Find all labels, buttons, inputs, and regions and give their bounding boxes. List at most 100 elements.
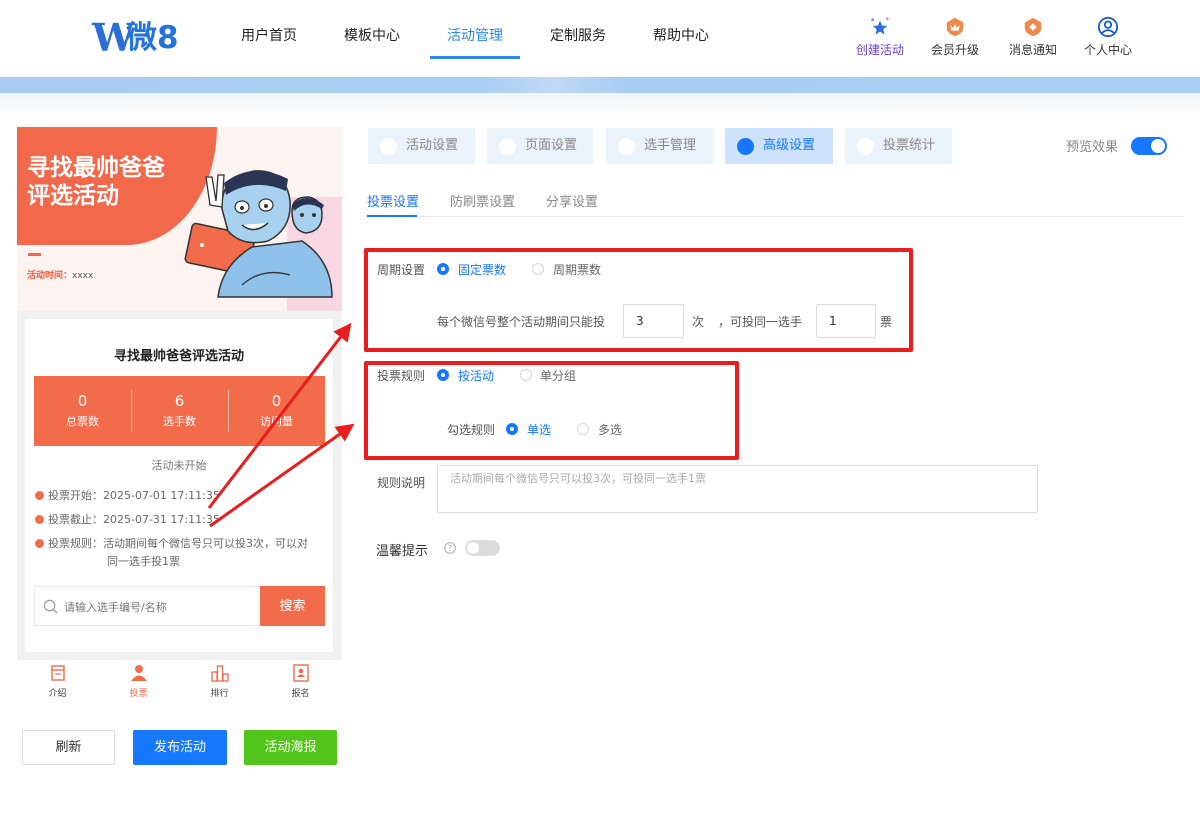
tab-vote[interactable]: 投票 (98, 664, 179, 699)
stat-visits: 0 访问量 (228, 376, 325, 446)
banner-title-line2: 评选活动 (27, 183, 119, 209)
nav-help[interactable]: 帮助中心 (653, 26, 709, 46)
refresh-button[interactable]: 刷新 (22, 730, 115, 765)
highlight-rule-box (364, 361, 739, 460)
tab-label: 高级设置 (763, 138, 816, 153)
nav-templates[interactable]: 模板中心 (344, 26, 400, 46)
page-root: W 微8 用户首页 模板中心 活动管理 定制服务 帮助中心 创建活动 会员升级 (0, 0, 1200, 817)
logo-text: 微8 (126, 20, 179, 56)
nav-activity-management[interactable]: 活动管理 (447, 26, 503, 46)
tab-player-management[interactable]: 选手管理 (606, 128, 713, 164)
rule-description-label: 规则说明 (377, 476, 426, 490)
bullet-dot (35, 515, 44, 524)
bullet-dot (35, 539, 44, 548)
bar-ranking-icon (210, 665, 229, 682)
tab-intro[interactable]: 介绍 (17, 664, 98, 699)
activity-card-title: 寻找最帅爸爸评选活动 (113, 349, 244, 364)
stat-value: 0 (77, 392, 88, 410)
activity-time: 活动时间：xxxx (27, 268, 93, 281)
tab-signup[interactable]: 报名 (260, 664, 341, 699)
search-button[interactable]: 搜索 (260, 586, 325, 626)
svg-text:?: ? (448, 544, 452, 553)
stat-players: 6 选手数 (131, 376, 228, 446)
user-icon (618, 138, 635, 155)
nav-custom-service[interactable]: 定制服务 (550, 26, 606, 46)
vote-rule-info: 投票规则：活动期间每个微信号只可以投3次，可以对 (35, 535, 308, 553)
toggle-knob (1151, 139, 1165, 153)
tab-ranking[interactable]: 排行 (179, 664, 260, 699)
father-child-illustration (184, 170, 333, 298)
tab-label: 活动设置 (406, 138, 459, 153)
profile-label: 个人中心 (1083, 43, 1132, 57)
band-shadow (0, 93, 1200, 115)
stat-value: 0 (271, 392, 282, 410)
decorative-banner-strip (0, 77, 1200, 93)
stats-panel: 0 总票数 6 选手数 0 访问量 (34, 376, 325, 446)
signup-form-icon (292, 664, 309, 682)
tab-label: 报名 (291, 689, 310, 699)
nav-home[interactable]: 用户首页 (241, 26, 297, 46)
vote-start-info: 投票开始：2025-07-01 17:11:35 (35, 487, 220, 505)
heart-icon (380, 138, 397, 155)
stat-label: 访问量 (260, 415, 293, 428)
publish-activity-button[interactable]: 发布活动 (133, 730, 227, 765)
tab-label: 介绍 (48, 689, 67, 699)
brand-logo[interactable]: W 微8 (92, 18, 192, 58)
messages-button[interactable]: 消息通知 (998, 16, 1068, 58)
subtab-vote-settings[interactable]: 投票设置 (367, 191, 419, 210)
subtab-active-indicator (367, 215, 417, 217)
tab-label: 页面设置 (525, 138, 578, 153)
preview-effect-toggle[interactable] (1131, 137, 1167, 155)
tab-vote-statistics[interactable]: 投票统计 (845, 128, 952, 164)
member-upgrade-button[interactable]: 会员升级 (920, 16, 990, 58)
mobile-tab-bar: 介绍 投票 排行 报名 (17, 660, 342, 706)
sliders-icon (737, 138, 754, 155)
search-icon (43, 599, 58, 614)
tab-advanced-settings[interactable]: 高级设置 (725, 128, 833, 164)
preview-effect-label: 预览效果 (1066, 140, 1119, 155)
activity-poster-button[interactable]: 活动海报 (244, 730, 337, 765)
tab-label: 排行 (210, 689, 229, 699)
document-icon (50, 665, 65, 681)
vote-rule-info-cont: 同一选手投1票 (107, 555, 180, 568)
activity-time-label: 活动时间： (27, 271, 73, 281)
create-activity-button[interactable]: 创建活动 (845, 16, 915, 58)
tab-label: 投票统计 (883, 138, 936, 153)
top-navbar: W 微8 用户首页 模板中心 活动管理 定制服务 帮助中心 创建活动 会员升级 (0, 0, 1200, 75)
question-help-icon[interactable]: ? (444, 542, 456, 554)
activity-time-value: xxxx (72, 271, 94, 281)
tips-toggle[interactable] (465, 540, 500, 556)
member-upgrade-label: 会员升级 (930, 43, 979, 57)
banner-title: 寻找最帅爸爸 评选活动 (27, 154, 165, 210)
subtab-divider (367, 216, 1184, 217)
vote-end-info: 投票截止：2025-07-31 17:11:35 (35, 511, 220, 529)
tab-label: 选手管理 (644, 138, 697, 153)
sparkle-star-icon (871, 17, 889, 35)
activity-banner: 寻找最帅爸爸 评选活动 活动时间：xxxx (17, 127, 342, 311)
stat-total-votes: 0 总票数 (34, 376, 131, 446)
stat-label: 总票数 (66, 415, 99, 428)
activity-status: 活动未开始 (151, 459, 207, 472)
bullet-dot (35, 491, 44, 500)
subtab-share-settings[interactable]: 分享设置 (546, 191, 598, 210)
vote-start-text: 投票开始：2025-07-01 17:11:35 (48, 489, 220, 502)
subtab-anti-fraud[interactable]: 防刷票设置 (450, 191, 515, 210)
rule-description-textarea[interactable] (437, 465, 1038, 513)
tab-label: 投票 (129, 689, 148, 699)
page-icon (499, 138, 516, 155)
player-search-input[interactable] (64, 597, 254, 617)
player-search-box[interactable] (34, 586, 261, 626)
profile-button[interactable]: 个人中心 (1073, 16, 1143, 58)
banner-dash (28, 253, 41, 256)
stat-value: 6 (174, 392, 185, 410)
create-activity-label: 创建活动 (855, 43, 904, 57)
banner-title-line1: 寻找最帅爸爸 (27, 155, 165, 181)
list-icon (857, 138, 874, 155)
vote-rule-text-line1: 投票规则：活动期间每个微信号只可以投3次，可以对 (48, 537, 308, 550)
tips-label: 温馨提示 (376, 544, 429, 559)
messages-label: 消息通知 (1008, 43, 1057, 57)
toggle-knob (467, 542, 479, 554)
crown-badge-icon (946, 17, 964, 37)
tab-page-settings[interactable]: 页面设置 (487, 128, 593, 164)
tab-activity-settings[interactable]: 活动设置 (368, 128, 475, 164)
